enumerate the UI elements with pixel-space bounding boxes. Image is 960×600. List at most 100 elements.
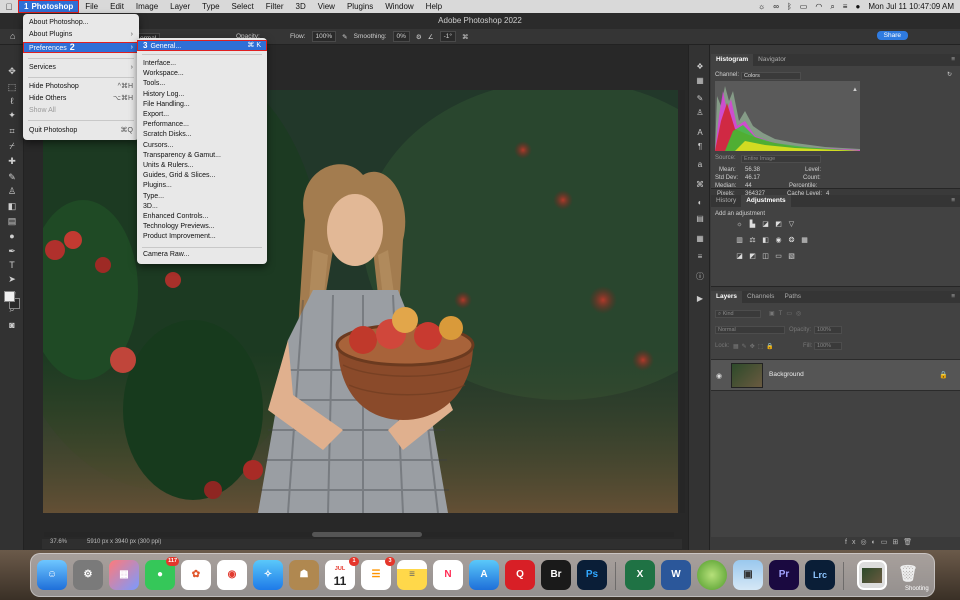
quick-mask-icon[interactable]: ◙: [6, 319, 18, 331]
news-icon[interactable]: N: [433, 560, 463, 590]
levels-icon[interactable]: ▙: [748, 221, 757, 229]
photo-filter-icon[interactable]: ◉: [774, 237, 783, 245]
threshold-icon[interactable]: ◫: [761, 253, 770, 261]
selective-color-icon[interactable]: ▧: [787, 253, 796, 261]
menu-plugins[interactable]: Plugins: [341, 0, 379, 13]
libraries-icon[interactable]: ❖: [694, 61, 706, 73]
layer-row-background[interactable]: ◉ Background 🔒: [711, 359, 960, 391]
app-store-icon[interactable]: A: [469, 560, 499, 590]
layers-opacity-field[interactable]: 100%: [814, 326, 842, 334]
patterns-icon[interactable]: ▤: [694, 213, 706, 225]
tab-navigator[interactable]: Navigator: [753, 54, 791, 66]
hue-saturation-icon[interactable]: ▥: [735, 237, 744, 245]
info-icon[interactable]: ⓘ: [694, 271, 706, 283]
messages-icon[interactable]: ● 117: [145, 557, 179, 590]
brightness-contrast-icon[interactable]: ☼: [735, 221, 744, 229]
layer-filter-icons[interactable]: ▣T▭◎: [769, 310, 805, 317]
color-lookup-icon[interactable]: ▦: [800, 237, 809, 245]
menu-item-preferences[interactable]: Preferences 2 ›: [23, 42, 139, 53]
zoom-level[interactable]: 37.6%: [50, 539, 67, 549]
menu-item-general[interactable]: 3 General... ⌘ K: [137, 40, 267, 51]
path-select-tool-icon[interactable]: ➤: [6, 273, 18, 285]
tab-adjustments[interactable]: Adjustments: [741, 195, 791, 207]
paragraph-icon[interactable]: ¶: [694, 141, 706, 153]
layers-footer-icons[interactable]: fx◎◐▭⊞🗑: [845, 538, 917, 546]
bluetooth-icon[interactable]: ᛒ: [787, 2, 792, 11]
visibility-eye-icon[interactable]: ◉: [716, 372, 722, 380]
wifi-icon[interactable]: ◠: [815, 2, 822, 11]
menu-item-hide-others[interactable]: Hide Others ⌥⌘H: [23, 93, 139, 104]
menubar-clock[interactable]: Mon Jul 11 10:47:09 AM: [868, 2, 954, 11]
control-center-icon[interactable]: ≡: [843, 2, 848, 11]
glyphs-icon[interactable]: a: [694, 159, 706, 171]
tab-history[interactable]: History: [711, 195, 741, 207]
posterize-icon[interactable]: ◩: [748, 253, 757, 261]
menu-3d[interactable]: 3D: [290, 0, 312, 13]
vibrance-icon[interactable]: ▽: [787, 221, 796, 229]
tab-channels[interactable]: Channels: [742, 291, 779, 303]
swatches-icon[interactable]: ▦: [694, 233, 706, 245]
stamp-tool-icon[interactable]: ♙: [6, 185, 18, 197]
properties-icon[interactable]: ▦: [694, 75, 706, 87]
flow-field[interactable]: 100%: [311, 31, 337, 42]
lasso-tool-icon[interactable]: ℓ: [6, 95, 18, 107]
menu-photoshop[interactable]: 1 Photoshop: [18, 0, 80, 13]
home-icon[interactable]: ⌂: [10, 31, 15, 41]
marquee-tool-icon[interactable]: ⬚: [6, 81, 18, 93]
gear-icon[interactable]: ⚙: [416, 33, 422, 41]
finder-icon[interactable]: ☺: [37, 560, 67, 590]
tab-layers[interactable]: Layers: [711, 291, 742, 303]
brightness-icon[interactable]: ☼: [758, 2, 765, 11]
menu-item-about-photoshop[interactable]: About Photoshop...: [23, 17, 139, 28]
battery-icon[interactable]: ▭: [800, 2, 808, 11]
tab-histogram[interactable]: Histogram: [711, 54, 754, 66]
lock-icons[interactable]: ▦✎✥⬚🔒: [733, 343, 777, 350]
actions-play-icon[interactable]: ▶: [694, 293, 706, 305]
notes-icon[interactable]: ≡: [397, 560, 427, 590]
reminders-icon[interactable]: ☰ 3: [361, 557, 395, 590]
scrollbar-thumb[interactable]: [312, 532, 422, 537]
siri-icon[interactable]: ●: [855, 2, 860, 11]
black-white-icon[interactable]: ◧: [761, 237, 770, 245]
clone-source-icon[interactable]: ♙: [694, 107, 706, 119]
healing-tool-icon[interactable]: ✚: [6, 155, 18, 167]
menu-item-hide-photoshop[interactable]: Hide Photoshop ^⌘H: [23, 81, 139, 92]
lightroom-classic-icon[interactable]: Lrc: [805, 560, 835, 590]
invert-icon[interactable]: ◪: [735, 253, 744, 261]
menu-item-about-plugins[interactable]: About Plugins ›: [23, 29, 139, 40]
contacts-icon[interactable]: ☗: [289, 560, 319, 590]
apple-icon[interactable]: : [0, 2, 18, 12]
quick-select-tool-icon[interactable]: ✦: [6, 109, 18, 121]
pen-tool-icon[interactable]: ✒: [6, 245, 18, 257]
preview-icon[interactable]: ▣: [733, 560, 763, 590]
panel-menu-icon[interactable]: ≡: [951, 195, 960, 207]
gradient-map-icon[interactable]: ▭: [774, 253, 783, 261]
eyedropper-tool-icon[interactable]: ⌿: [6, 140, 18, 152]
menu-filter[interactable]: Filter: [260, 0, 290, 13]
fill-field[interactable]: 100%: [814, 342, 842, 350]
share-button[interactable]: Share: [876, 31, 908, 40]
chrome-icon[interactable]: ◉: [217, 560, 247, 590]
curves-icon[interactable]: ◪: [761, 221, 770, 229]
shapes-icon[interactable]: ◐: [694, 197, 706, 209]
creative-cloud-icon[interactable]: ∞: [773, 2, 779, 11]
menu-help[interactable]: Help: [420, 0, 448, 13]
photos-icon[interactable]: ✿: [181, 560, 211, 590]
dodge-tool-icon[interactable]: ●: [6, 230, 18, 242]
channel-mixer-icon[interactable]: ❂: [787, 237, 796, 245]
gradient-tool-icon[interactable]: ▤: [6, 215, 18, 227]
type-tool-icon[interactable]: T: [6, 259, 18, 271]
layer-name[interactable]: Background: [769, 371, 804, 378]
brushes-icon[interactable]: ✎: [694, 93, 706, 105]
canvas-vertical-scrollbar[interactable]: [680, 90, 685, 513]
search-icon[interactable]: ⌕: [830, 2, 834, 12]
word-icon[interactable]: W: [661, 560, 691, 590]
panel-menu-icon[interactable]: ≡: [951, 291, 960, 303]
character-icon[interactable]: A: [694, 127, 706, 139]
eraser-tool-icon[interactable]: ◧: [6, 200, 18, 212]
menu-item-quit-photoshop[interactable]: Quit Photoshop ⌘Q: [23, 125, 139, 136]
menu-item-pref-17[interactable]: Product Improvement...: [137, 231, 267, 242]
source-select[interactable]: Entire Image: [741, 155, 821, 163]
color-balance-icon[interactable]: ⚖: [748, 237, 757, 245]
menu-view[interactable]: View: [312, 0, 341, 13]
